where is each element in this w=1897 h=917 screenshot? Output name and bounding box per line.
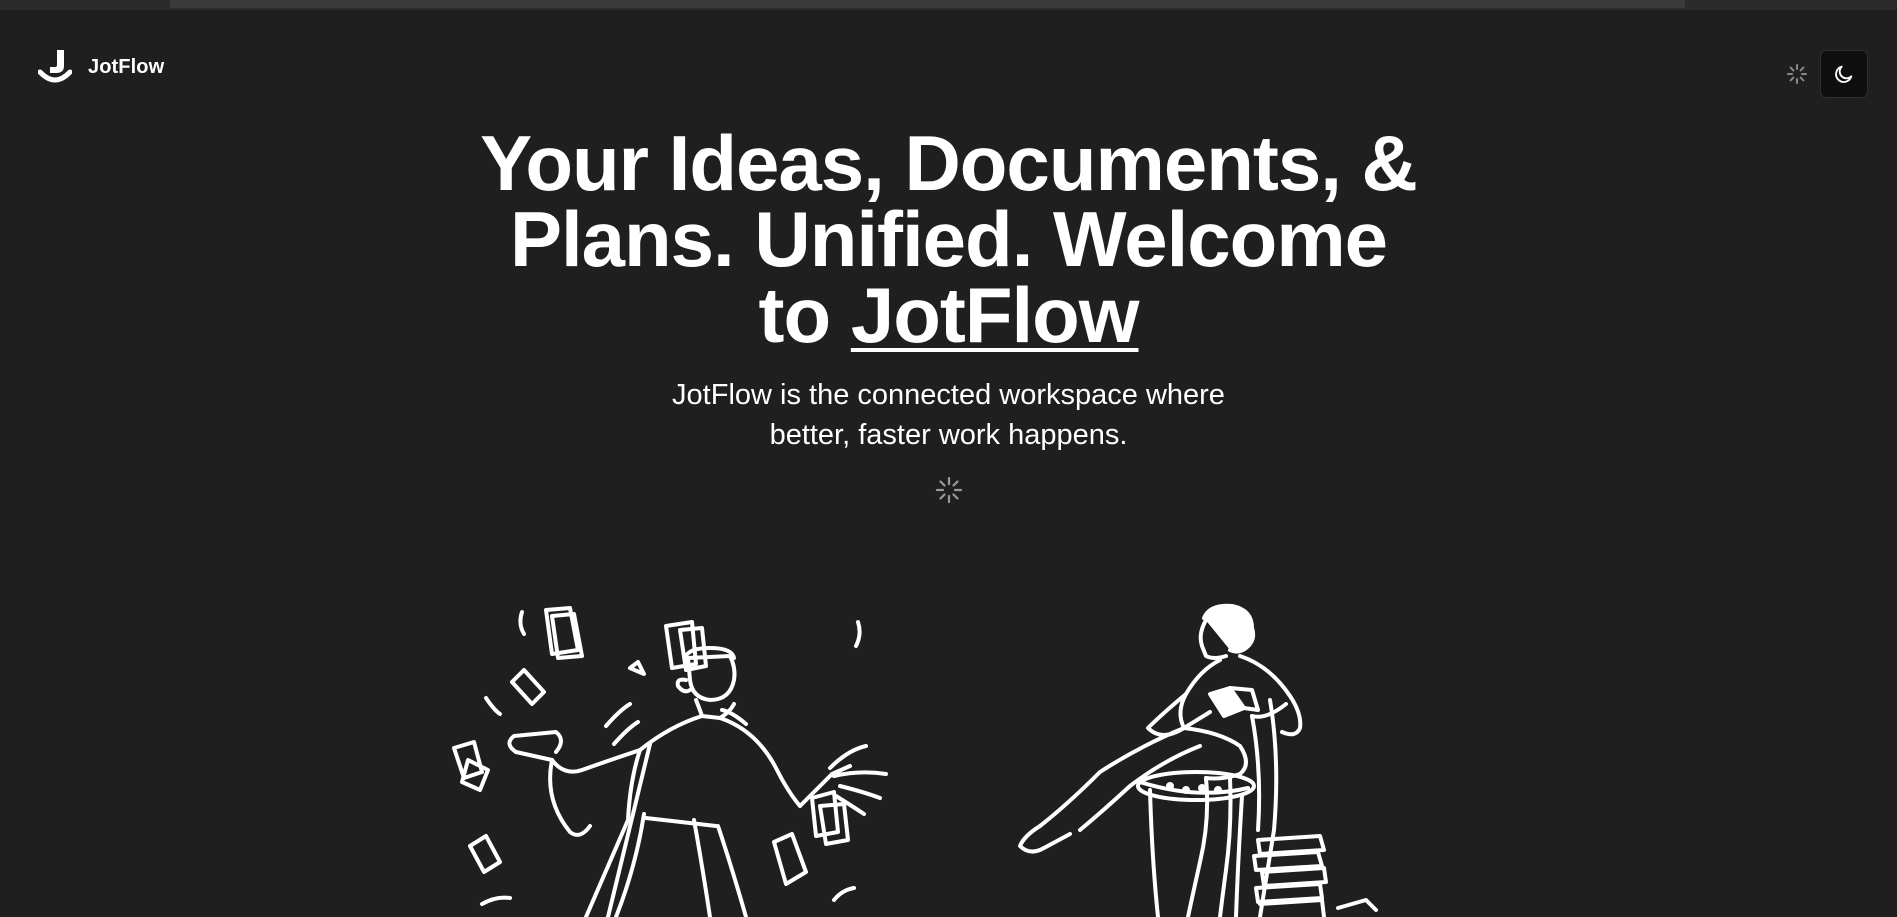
hero-title: Your Ideas, Documents, & Plans. Unified.… <box>449 124 1449 354</box>
browser-top-strip <box>0 0 1897 10</box>
hero-subtitle-line-2: better, faster work happens. <box>769 419 1128 451</box>
hero-subtitle-line-1: JotFlow is the connected workspace where <box>672 379 1225 411</box>
hero-title-line-2: Plans. Unified. Welcome <box>509 195 1388 283</box>
logo-link[interactable]: JotFlow <box>38 48 164 86</box>
hero-illustrations <box>452 603 1378 917</box>
hero-subtitle: JotFlow is the connected workspace where… <box>599 375 1299 455</box>
loading-spinner-icon <box>1787 64 1807 84</box>
hero-title-line-3: to <box>758 271 832 359</box>
hero-title-line-1: Your Ideas, Documents, & <box>480 119 1418 207</box>
loading-spinner-icon <box>935 476 963 504</box>
moon-icon <box>1835 65 1853 83</box>
brand-name: JotFlow <box>88 55 165 78</box>
person-reading-chair-illustration <box>1018 603 1378 917</box>
jotflow-logo-icon <box>38 50 72 83</box>
browser-top-strip-inner <box>170 0 1685 8</box>
hero-section: Your Ideas, Documents, & Plans. Unified.… <box>0 124 1897 455</box>
person-throwing-papers-illustration <box>452 606 888 917</box>
navbar: JotFlow <box>0 10 1897 120</box>
hero-title-brand: JotFlow <box>850 271 1140 359</box>
theme-toggle-button[interactable] <box>1820 50 1868 98</box>
